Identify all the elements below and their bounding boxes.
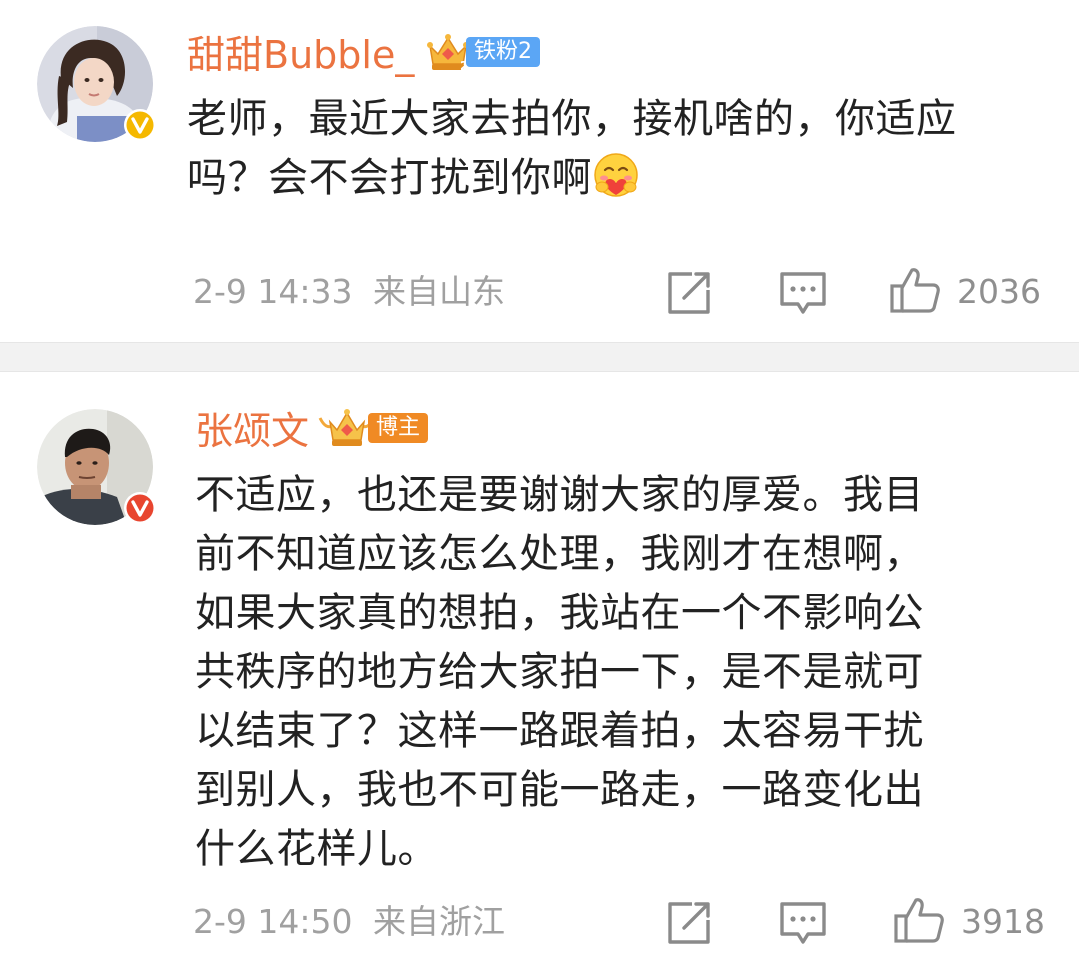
comment-feed: 甜甜Bubble_ 2 铁粉2 老师，最近大家去拍你，接机啥的，你适应 吗？会不… bbox=[0, 0, 1079, 961]
comment-date: 2-9 14:33 bbox=[193, 272, 353, 311]
comment-text-line: 到别人，我也不可能一路走，一路变化出 bbox=[195, 767, 924, 813]
comment-text-line: 共秩序的地方给大家拍一下，是不是就可 bbox=[195, 649, 924, 695]
comment-text-line: 如果大家真的想拍，我站在一个不影响公 bbox=[195, 590, 924, 636]
badge-label: 铁粉2 bbox=[466, 37, 540, 67]
comment-text-line: 什么花样儿。 bbox=[195, 826, 438, 872]
section-divider bbox=[0, 342, 1079, 372]
thumbs-up-icon[interactable] bbox=[889, 264, 941, 316]
comment-location: 来自山东 bbox=[373, 272, 505, 311]
comment-card: 甜甜Bubble_ 2 铁粉2 老师，最近大家去拍你，接机啥的，你适应 吗？会不… bbox=[0, 0, 1079, 342]
comment-text-segment: 吗？会不会打扰到你啊 bbox=[187, 155, 592, 201]
username[interactable]: 张颂文 bbox=[195, 408, 309, 454]
avatar[interactable] bbox=[37, 26, 156, 142]
comment-text-line: 吗？会不会打扰到你啊 bbox=[187, 149, 957, 208]
comment-icon[interactable] bbox=[778, 898, 828, 948]
hugging-face-emoji-icon bbox=[594, 153, 638, 197]
avatar[interactable] bbox=[37, 409, 156, 525]
comment-card: 张颂文 博主 不适应，也还是要谢谢大家的厚爱。我目 前不知道应该怎么处理，我刚才… bbox=[0, 372, 1079, 961]
share-icon[interactable] bbox=[664, 268, 714, 318]
comment-text-line: 以结束了？这样一路跟着拍，太容易干扰 bbox=[195, 708, 924, 754]
comment-location: 来自浙江 bbox=[373, 902, 505, 941]
comment-text: 老师，最近大家去拍你，接机啥的，你适应 吗？会不会打扰到你啊 bbox=[187, 90, 957, 208]
comment-icon[interactable] bbox=[778, 268, 828, 318]
like-count: 2036 bbox=[957, 272, 1041, 311]
comment-date: 2-9 14:50 bbox=[193, 902, 353, 941]
comment-text: 不适应，也还是要谢谢大家的厚爱。我目 前不知道应该怎么处理，我刚才在想啊， 如果… bbox=[195, 466, 924, 879]
fan-badge[interactable]: 2 铁粉2 bbox=[426, 34, 540, 72]
verified-badge-icon bbox=[124, 492, 156, 524]
verified-badge-icon bbox=[124, 109, 156, 141]
comment-text-line: 不适应，也还是要谢谢大家的厚爱。我目 bbox=[195, 472, 924, 518]
comment-meta: 2-9 14:33 来自山东 bbox=[193, 272, 505, 312]
comment-text-line: 前不知道应该怎么处理，我刚才在想啊， bbox=[195, 531, 924, 577]
blogger-badge[interactable]: 博主 bbox=[318, 409, 432, 446]
like-count: 3918 bbox=[961, 902, 1045, 941]
thumbs-up-icon[interactable] bbox=[893, 894, 945, 946]
crown-icon: 2 bbox=[427, 34, 469, 72]
username[interactable]: 甜甜Bubble_ bbox=[187, 32, 414, 78]
badge-label: 博主 bbox=[368, 413, 429, 443]
share-icon[interactable] bbox=[664, 898, 714, 948]
comment-text-line: 老师，最近大家去拍你，接机啥的，你适应 bbox=[187, 96, 957, 142]
comment-meta: 2-9 14:50 来自浙江 bbox=[193, 902, 505, 942]
